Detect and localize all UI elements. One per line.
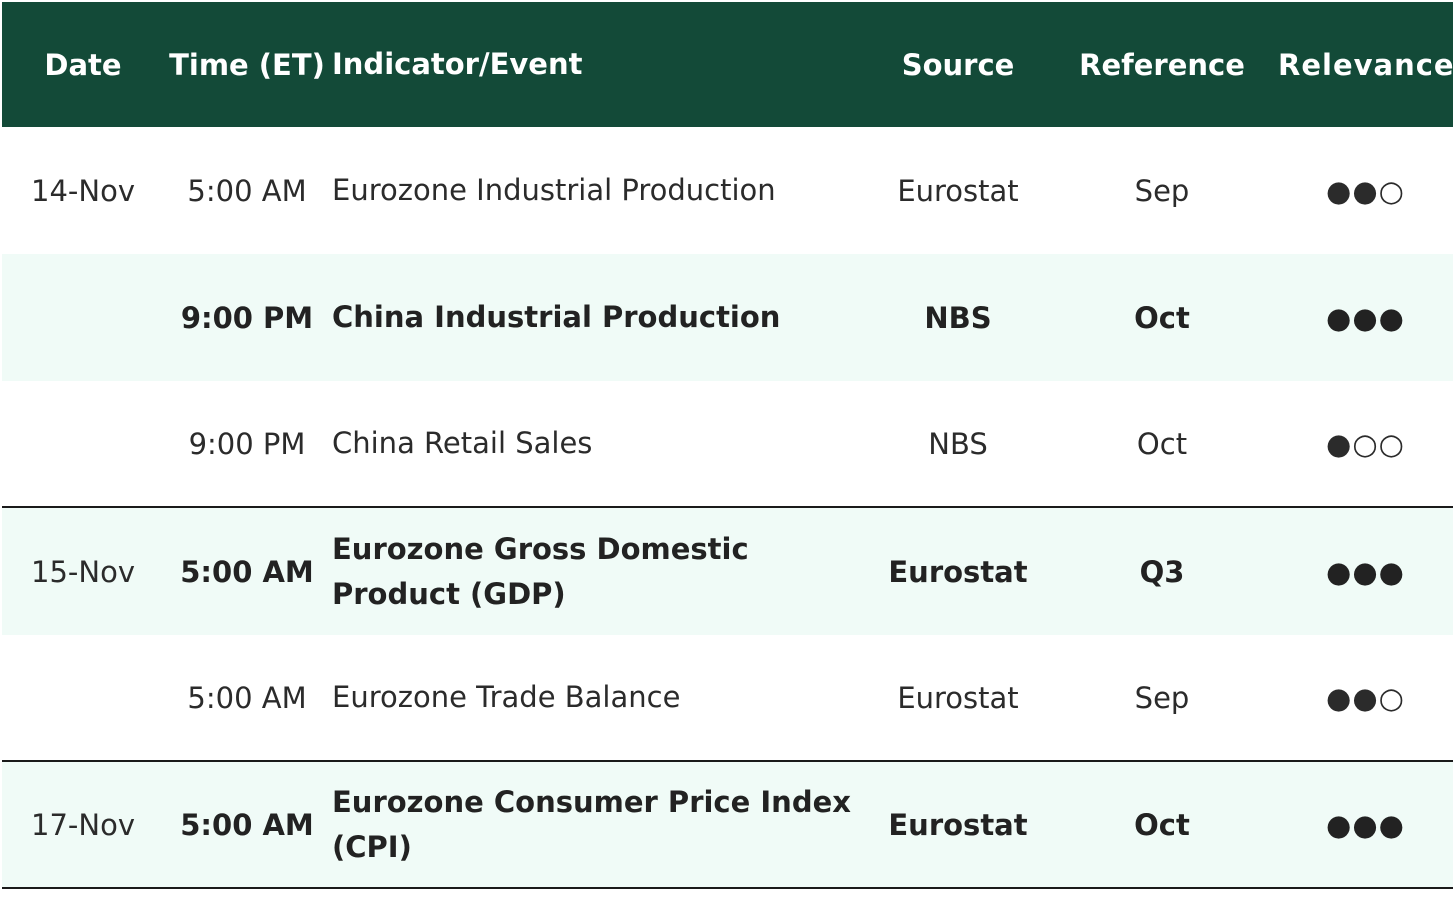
row-reference: Oct: [1134, 300, 1190, 335]
row-reference: Sep: [1134, 680, 1190, 715]
table-row: 15-Nov 5:00 AM Eurozone Gross Domestic P…: [2, 508, 1453, 635]
row-event: Eurozone Consumer Price Index (CPI): [332, 784, 851, 864]
row-source: Eurostat: [897, 680, 1019, 715]
row-relevance: ●●○: [1326, 680, 1405, 715]
row-source: Eurostat: [888, 807, 1028, 842]
table-row: 17-Nov 5:00 AM Eurozone Consumer Price I…: [2, 762, 1453, 889]
row-date: 17-Nov: [31, 807, 135, 842]
header-reference: Reference: [1079, 47, 1245, 82]
row-reference: Oct: [1136, 426, 1188, 461]
row-relevance: ●●●: [1326, 554, 1405, 589]
row-relevance: ●●○: [1326, 173, 1405, 208]
row-reference: Q3: [1139, 554, 1185, 589]
row-relevance: ●●●: [1326, 300, 1405, 335]
row-time: 5:00 AM: [187, 680, 307, 715]
row-event: China Retail Sales: [332, 426, 593, 460]
table-row: 9:00 PM China Retail Sales NBS Oct ●○○: [2, 381, 1453, 508]
row-time: 9:00 PM: [180, 300, 314, 335]
row-time: 5:00 AM: [180, 554, 314, 589]
economic-calendar-table: Date Time (ET) Indicator/Event Source Re…: [2, 2, 1455, 889]
header-source: Source: [901, 47, 1015, 82]
row-reference: Oct: [1134, 807, 1190, 842]
row-source: NBS: [928, 426, 988, 461]
table-header: Date Time (ET) Indicator/Event Source Re…: [2, 2, 1455, 127]
header-event: Indicator/Event: [332, 47, 583, 81]
table-row: 9:00 PM China Industrial Production NBS …: [2, 254, 1453, 381]
row-event: Eurozone Trade Balance: [332, 680, 681, 714]
header-date: Date: [44, 47, 122, 82]
row-date: 15-Nov: [31, 554, 135, 589]
header-time: Time (ET): [169, 47, 325, 82]
row-relevance: ●○○: [1326, 426, 1405, 461]
table-row: 14-Nov 5:00 AM Eurozone Industrial Produ…: [2, 127, 1453, 254]
row-time: 5:00 AM: [180, 807, 314, 842]
row-reference: Sep: [1134, 173, 1190, 208]
table-row: 5:00 AM Eurozone Trade Balance Eurostat …: [2, 635, 1453, 762]
row-relevance: ●●●: [1326, 807, 1405, 842]
row-time: 9:00 PM: [188, 426, 306, 461]
row-event: Eurozone Industrial Production: [332, 173, 776, 207]
row-source: Eurostat: [888, 554, 1028, 589]
row-event: China Industrial Production: [332, 300, 781, 334]
row-date: 14-Nov: [31, 173, 135, 208]
row-source: NBS: [924, 300, 992, 335]
row-time: 5:00 AM: [187, 173, 307, 208]
row-source: Eurostat: [897, 173, 1019, 208]
header-relevance: Relevance: [1278, 47, 1455, 82]
row-event: Eurozone Gross Domestic Product (GDP): [332, 531, 749, 611]
